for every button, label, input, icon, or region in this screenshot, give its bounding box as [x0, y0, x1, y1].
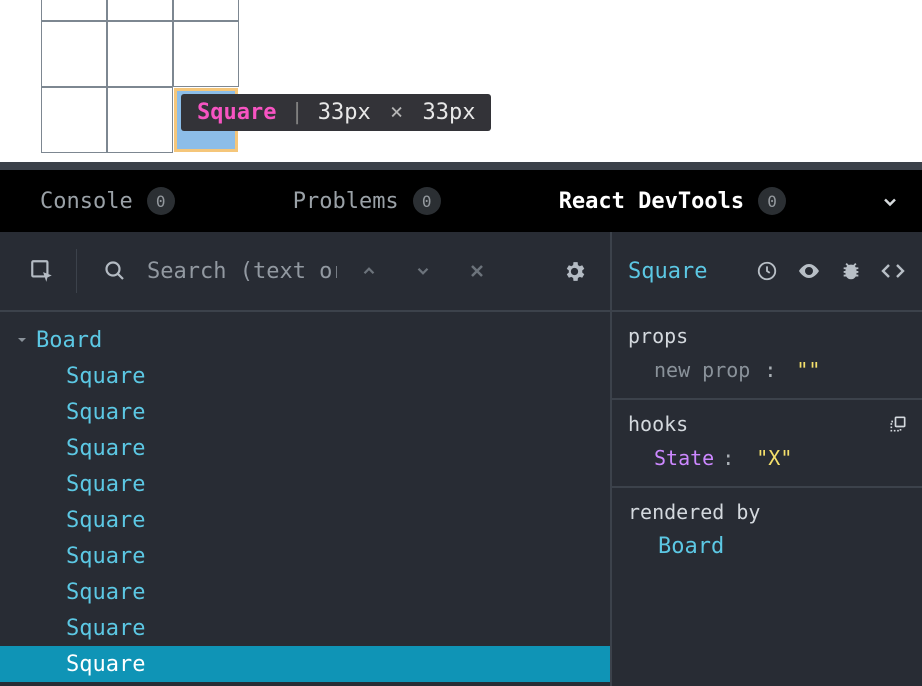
panel-separator[interactable]: [0, 162, 922, 170]
tab-react-badge: 0: [758, 187, 786, 215]
react-devtools-panel: BoardSquareSquareSquareSquareSquareSquar…: [0, 232, 922, 686]
view-source-icon[interactable]: [878, 256, 908, 286]
tab-react-label: React DevTools: [559, 189, 744, 214]
inspector-tooltip: Square | 33px × 33px: [181, 94, 491, 131]
props-heading: props: [628, 324, 908, 348]
tab-console[interactable]: Console 0: [40, 187, 175, 215]
devtools-tabbar: Console 0 Problems 0 React DevTools 0: [0, 170, 922, 232]
components-tree-pane: Board Square Square Square Square Square Squar…: [0, 232, 612, 686]
tree-label: Square: [66, 472, 145, 497]
board-square[interactable]: [173, 0, 239, 21]
tree-row-square[interactable]: Square: [0, 466, 610, 502]
tab-problems-label: Problems: [293, 189, 399, 214]
search-clear-icon[interactable]: [455, 249, 499, 293]
tab-console-label: Console: [40, 189, 133, 214]
hooks-section: hooks State: "X": [612, 400, 922, 488]
tree-label: Square: [66, 400, 145, 425]
rendered-by-link[interactable]: Board: [628, 534, 908, 559]
props-section: props new prop : "": [612, 312, 922, 400]
tree-row-square[interactable]: Square: [0, 646, 610, 682]
tree-row-square[interactable]: Square: [0, 538, 610, 574]
state-value[interactable]: "X": [756, 446, 792, 470]
tree-collapse-icon[interactable]: [16, 334, 36, 346]
tooltip-dimensions: 33px × 33px: [318, 100, 476, 125]
eye-icon[interactable]: [794, 256, 824, 286]
tree-label: Square: [66, 436, 145, 461]
tree-row-square[interactable]: Square: [0, 358, 610, 394]
hooks-heading: hooks: [628, 412, 688, 436]
board-square[interactable]: [41, 21, 107, 87]
tree-row-square[interactable]: Square: [0, 610, 610, 646]
props-new-prop-row[interactable]: new prop : "": [628, 358, 908, 382]
hooks-state-row[interactable]: State: "X": [628, 446, 908, 470]
toolbar-separator: [76, 249, 77, 293]
search-input[interactable]: [147, 259, 337, 284]
tab-problems-badge: 0: [413, 187, 441, 215]
tree-row-square[interactable]: Square: [0, 574, 610, 610]
tab-react-devtools[interactable]: React DevTools 0: [559, 187, 786, 215]
search-next-icon[interactable]: [401, 249, 445, 293]
components-tree[interactable]: Board Square Square Square Square Square Squar…: [0, 312, 610, 686]
tree-label: Square: [66, 616, 145, 641]
rendered-by-section: rendered by Board: [612, 488, 922, 575]
tree-label: Square: [66, 544, 145, 569]
colon: :: [722, 446, 734, 470]
search-prev-icon[interactable]: [347, 249, 391, 293]
inspect-element-icon[interactable]: [20, 249, 64, 293]
bug-icon[interactable]: [836, 256, 866, 286]
tooltip-multiply: ×: [384, 100, 409, 125]
board-square[interactable]: [107, 0, 173, 21]
board-square[interactable]: [107, 87, 173, 153]
components-toolbar: [0, 232, 610, 312]
hooks-expand-icon[interactable]: [888, 414, 908, 434]
new-prop-key: new prop: [654, 358, 750, 382]
tab-problems[interactable]: Problems 0: [293, 187, 441, 215]
tooltip-component: Square: [197, 100, 276, 125]
rendered-by-heading: rendered by: [628, 500, 908, 524]
board-square[interactable]: [41, 0, 107, 21]
inspector-header: Square: [612, 232, 922, 312]
board-square[interactable]: [41, 87, 107, 153]
tree-label: Board: [36, 328, 102, 353]
tree-row-square[interactable]: Square: [0, 430, 610, 466]
search-icon: [93, 249, 137, 293]
chevron-down-icon[interactable]: [880, 192, 900, 212]
tree-row-square[interactable]: Square: [0, 502, 610, 538]
tree-row-board[interactable]: Board: [0, 322, 610, 358]
tree-row-square[interactable]: Square: [0, 394, 610, 430]
suspend-icon[interactable]: [752, 256, 782, 286]
colon: :: [764, 358, 776, 382]
inspector-title: Square: [628, 259, 740, 284]
settings-icon[interactable]: [552, 249, 596, 293]
state-key: State: [654, 446, 714, 470]
tree-label: Square: [66, 364, 145, 389]
tooltip-divider: |: [290, 100, 303, 125]
tab-console-badge: 0: [147, 187, 175, 215]
tree-label: Square: [66, 580, 145, 605]
tooltip-height: 33px: [422, 100, 475, 125]
app-preview: X Square | 33px × 33px: [0, 0, 922, 162]
board-square[interactable]: [173, 21, 239, 87]
board-square[interactable]: [107, 21, 173, 87]
tree-label: Square: [66, 652, 145, 677]
new-prop-value[interactable]: "": [796, 358, 820, 382]
tree-label: Square: [66, 508, 145, 533]
tooltip-width: 33px: [318, 100, 371, 125]
inspector-pane: Square props new prop : "": [612, 232, 922, 686]
